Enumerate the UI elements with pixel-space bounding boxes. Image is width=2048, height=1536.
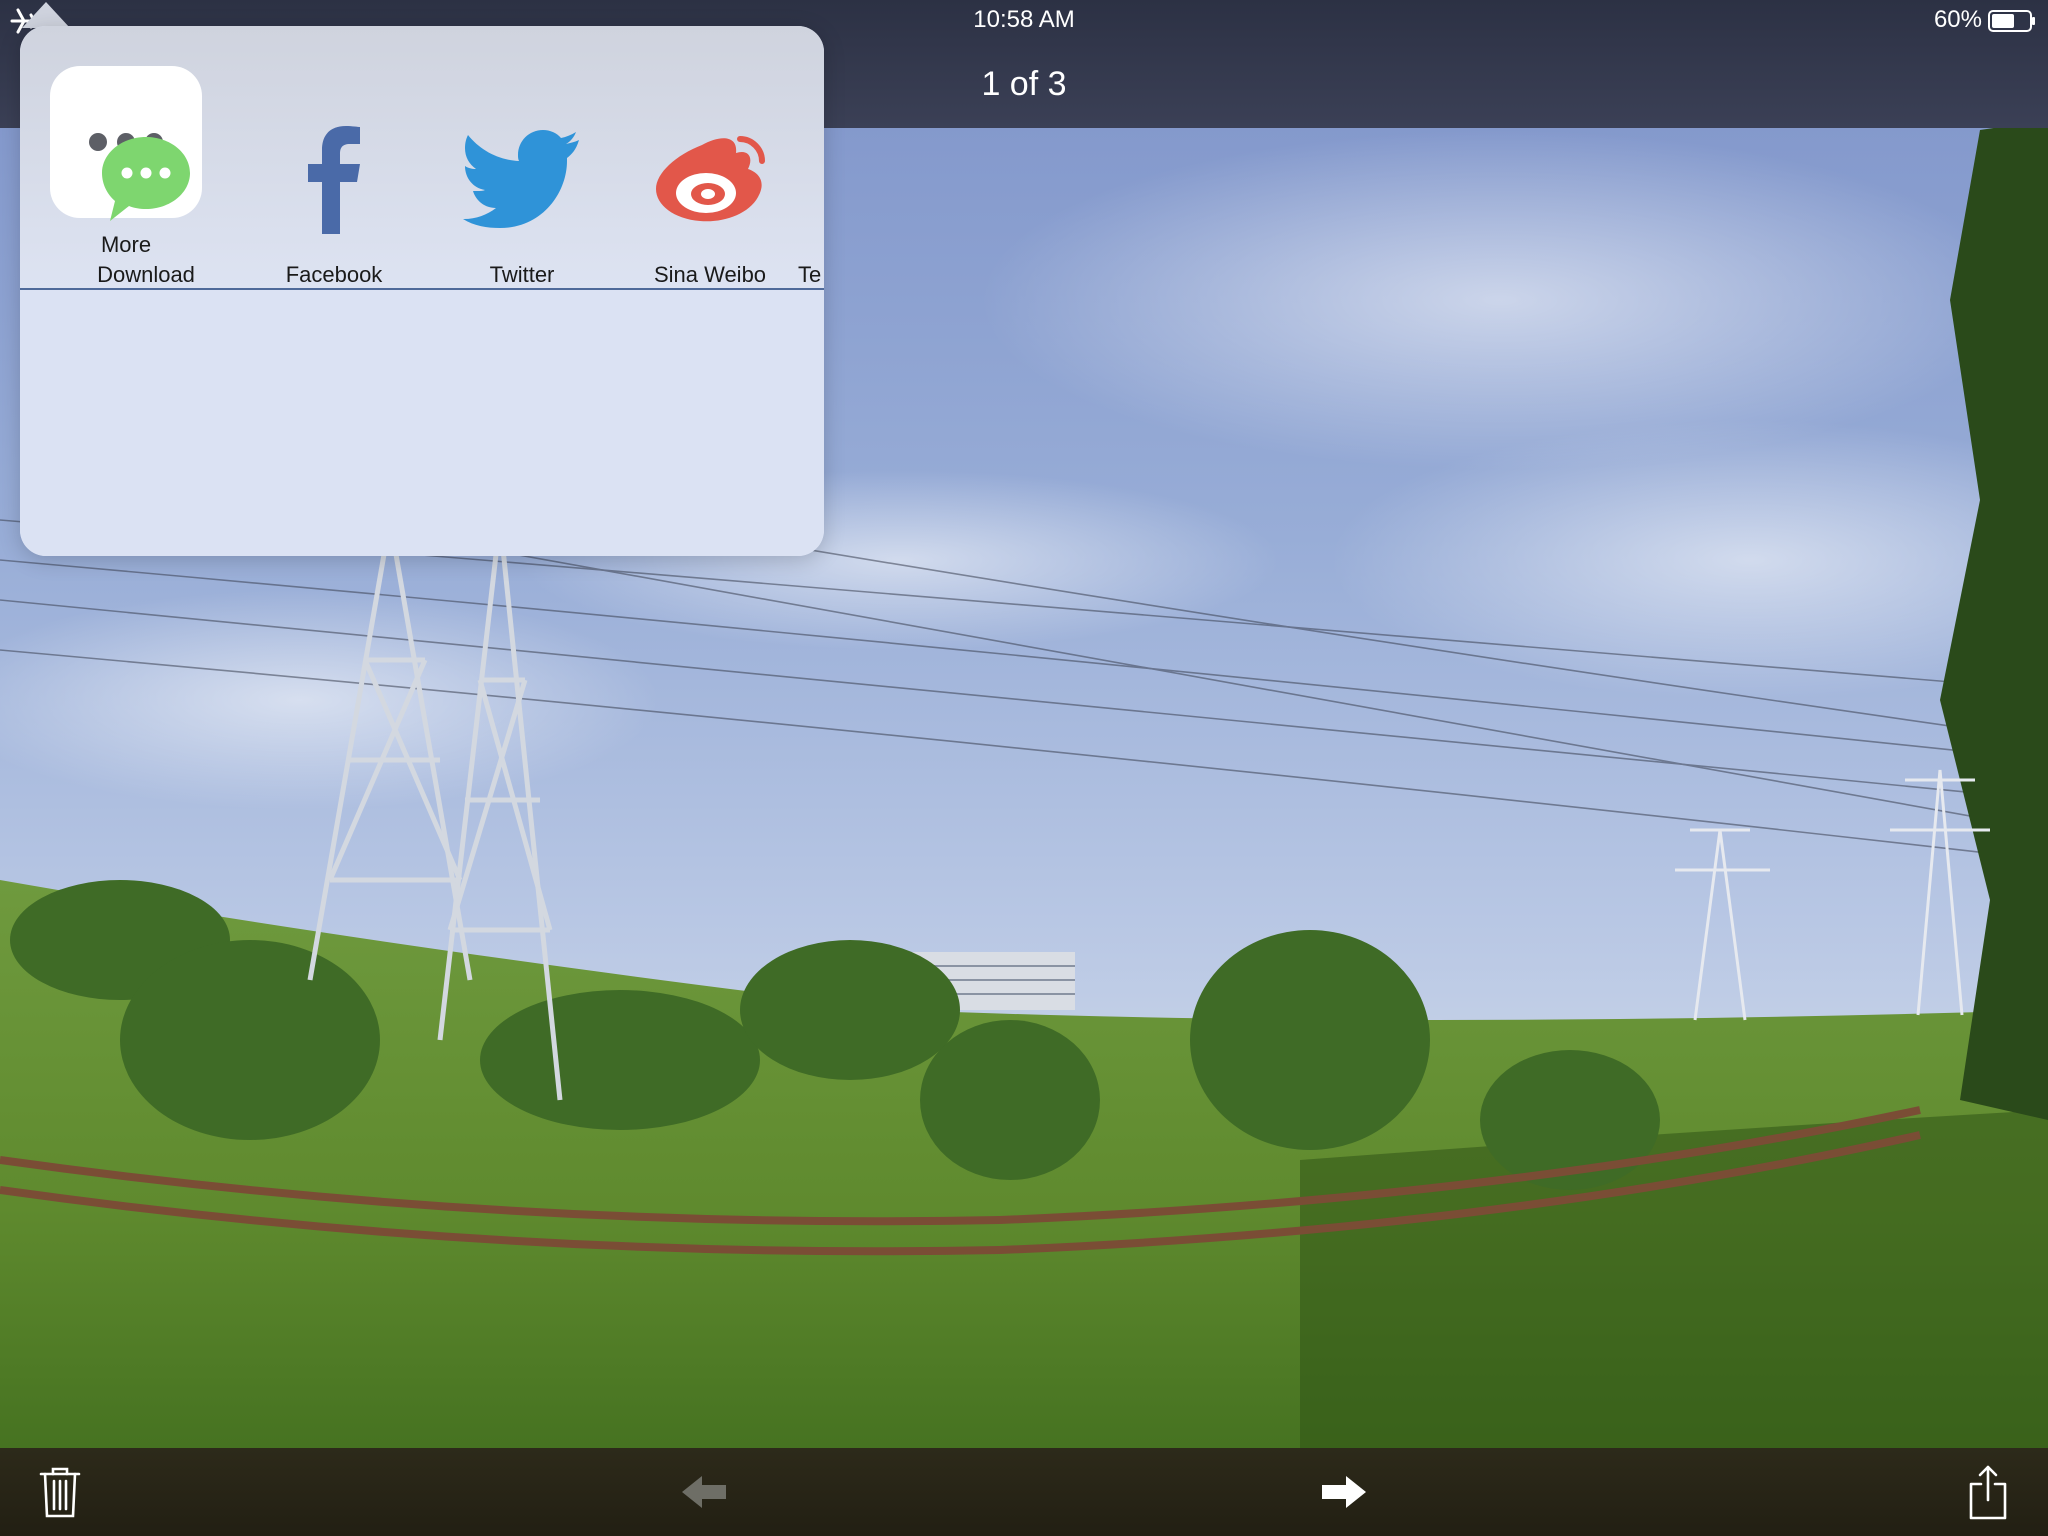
- share-targets-row: [20, 290, 824, 556]
- partial-icon-wrap: [798, 114, 824, 244]
- screen: 10:58 AM 60% 1 of 3 More Download Facebo…: [0, 0, 2048, 1536]
- download-icon-wrap: [52, 114, 240, 244]
- share-target-facebook[interactable]: Facebook: [240, 114, 428, 288]
- trash-icon: [39, 1467, 81, 1518]
- share-sheet-popover: More Download Facebook Twitter Sina Weib…: [20, 26, 824, 556]
- twitter-bird-icon: [463, 130, 579, 228]
- popover-arrow: [22, 2, 70, 28]
- chat-bubble-icon: [102, 137, 190, 221]
- battery-percent: 60%: [1933, 6, 1982, 33]
- share-target-label: Facebook: [285, 262, 383, 287]
- previous-button[interactable]: [660, 1448, 748, 1536]
- delete-button[interactable]: [20, 1448, 100, 1536]
- twitter-icon-wrap: [428, 114, 616, 244]
- share-target-label: Te: [798, 262, 822, 287]
- share-target-twitter[interactable]: Twitter: [428, 114, 616, 288]
- weibo-icon-wrap: [616, 114, 804, 244]
- next-button[interactable]: [1300, 1448, 1388, 1536]
- battery-icon: [1988, 10, 2035, 32]
- facebook-icon: [308, 126, 360, 234]
- share-target-label: Twitter: [489, 262, 555, 287]
- bottom-toolbar: [0, 1448, 2048, 1536]
- share-icon: [1969, 1465, 2007, 1520]
- share-target-download[interactable]: Download: [52, 114, 240, 288]
- share-button[interactable]: [1948, 1448, 2028, 1536]
- share-target-partial[interactable]: Te: [798, 114, 824, 288]
- weibo-icon: [656, 136, 765, 222]
- arrow-right-icon: [1322, 1476, 1366, 1508]
- share-target-label: Download: [97, 262, 195, 287]
- arrow-left-icon: [682, 1476, 726, 1508]
- share-target-weibo[interactable]: Sina Weibo: [616, 114, 804, 288]
- share-target-label: Sina Weibo: [653, 262, 767, 287]
- facebook-icon-wrap: [240, 114, 428, 244]
